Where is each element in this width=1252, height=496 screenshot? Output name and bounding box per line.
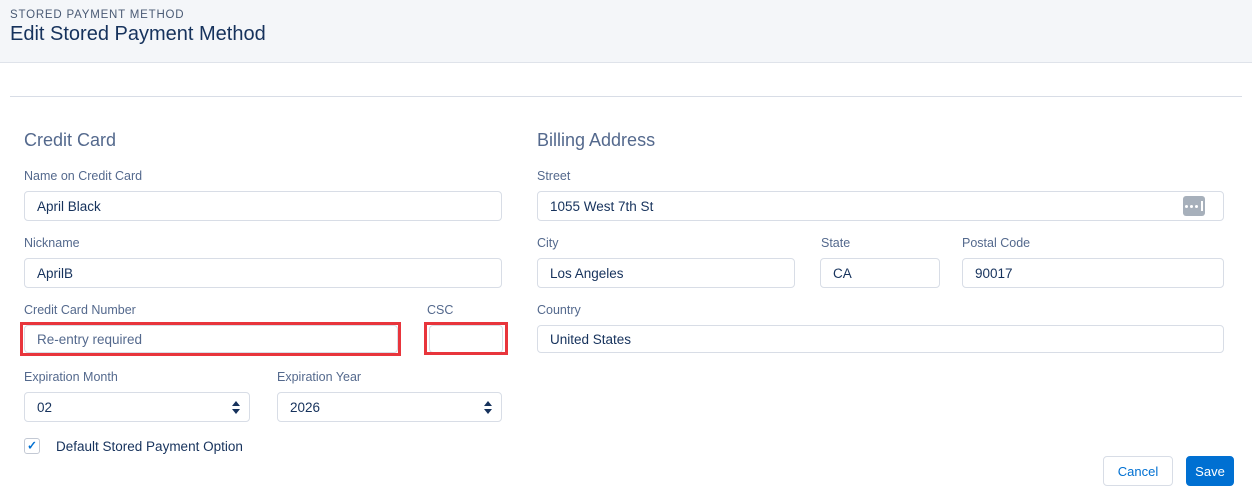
expiration-month-value: 02 [37, 399, 53, 415]
country-label: Country [537, 303, 581, 317]
city-label: City [537, 236, 559, 250]
postal-code-input[interactable] [962, 258, 1224, 288]
postal-code-label: Postal Code [962, 236, 1031, 250]
arrow-up-icon[interactable] [232, 400, 240, 406]
default-payment-checkbox-label: Default Stored Payment Option [56, 439, 243, 454]
billing-address-section-heading: Billing Address [537, 130, 656, 150]
csc-input[interactable] [429, 325, 503, 353]
country-input[interactable] [537, 325, 1224, 353]
page-header: STORED PAYMENT METHOD Edit Stored Paymen… [0, 0, 1252, 63]
state-input[interactable] [820, 258, 940, 288]
credit-card-section-heading: Credit Card [24, 130, 117, 150]
save-button[interactable]: Save [1186, 456, 1234, 486]
state-label: State [821, 236, 851, 250]
name-on-card-label: Name on Credit Card [24, 169, 143, 183]
default-payment-checkbox[interactable]: ✓ [24, 438, 40, 454]
street-label: Street [537, 169, 571, 183]
city-input[interactable] [537, 258, 795, 288]
nickname-label: Nickname [24, 236, 80, 250]
edit-stored-payment-method-page: STORED PAYMENT METHOD Edit Stored Paymen… [0, 0, 1252, 496]
up-down-arrows-icon[interactable] [484, 400, 492, 414]
cancel-button[interactable]: Cancel [1103, 456, 1173, 486]
expiration-year-label: Expiration Year [277, 370, 362, 384]
arrow-up-icon[interactable] [484, 400, 492, 406]
object-type-label: STORED PAYMENT METHOD [10, 9, 185, 21]
expiration-year-select[interactable]: 2026 [277, 392, 502, 422]
page-title: Edit Stored Payment Method [10, 23, 266, 45]
nickname-input[interactable] [24, 258, 502, 288]
street-input[interactable] [537, 191, 1224, 221]
up-down-arrows-icon[interactable] [232, 400, 240, 414]
street-expand-button[interactable] [1183, 196, 1205, 216]
card-top-divider [10, 96, 1242, 97]
ellipsis-icon [1185, 201, 1203, 211]
csc-label: CSC [427, 303, 454, 317]
arrow-down-icon[interactable] [232, 408, 240, 414]
expiration-month-label: Expiration Month [24, 370, 118, 384]
expiration-month-select[interactable]: 02 [24, 392, 250, 422]
expiration-year-value: 2026 [290, 399, 321, 415]
check-icon: ✓ [26, 438, 38, 453]
arrow-down-icon[interactable] [484, 408, 492, 414]
name-on-card-input[interactable] [24, 191, 502, 221]
credit-card-number-input[interactable] [24, 325, 398, 353]
credit-card-number-label: Credit Card Number [24, 303, 136, 317]
